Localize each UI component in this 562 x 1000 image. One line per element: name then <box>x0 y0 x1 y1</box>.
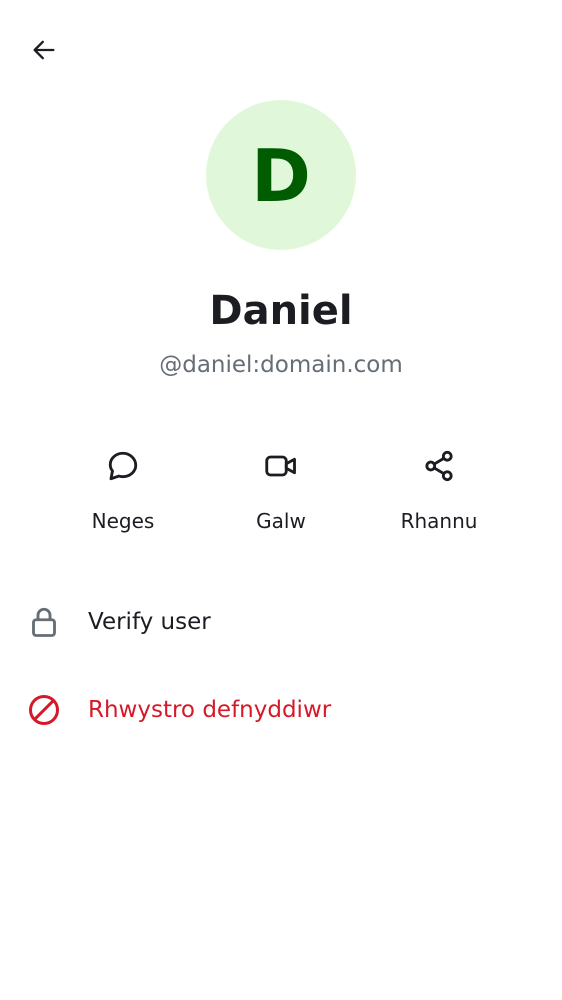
back-button[interactable] <box>22 28 66 72</box>
share-icon <box>419 446 459 486</box>
verify-user-label: Verify user <box>88 609 211 635</box>
message-button[interactable]: Neges <box>53 446 193 533</box>
message-label: Neges <box>91 509 155 533</box>
action-row: Neges Galw Rhannu <box>0 446 562 546</box>
avatar[interactable]: D <box>206 100 356 250</box>
lock-icon <box>24 602 64 642</box>
user-id: @daniel:domain.com <box>159 352 403 378</box>
block-user-label: Rhwystro defnyddiwr <box>88 697 332 723</box>
block-user-item[interactable]: Rhwystro defnyddiwr <box>0 682 562 738</box>
arrow-left-icon <box>33 40 55 60</box>
user-display-name: Daniel <box>209 288 353 334</box>
share-label: Rhannu <box>400 509 478 533</box>
call-button[interactable]: Galw <box>211 446 351 533</box>
call-label: Galw <box>256 509 306 533</box>
share-button[interactable]: Rhannu <box>369 446 509 533</box>
verify-user-item[interactable]: Verify user <box>0 594 562 650</box>
block-icon <box>24 690 64 730</box>
chat-bubble-icon <box>103 446 143 486</box>
video-call-icon <box>261 446 301 486</box>
avatar-initial: D <box>251 134 311 218</box>
